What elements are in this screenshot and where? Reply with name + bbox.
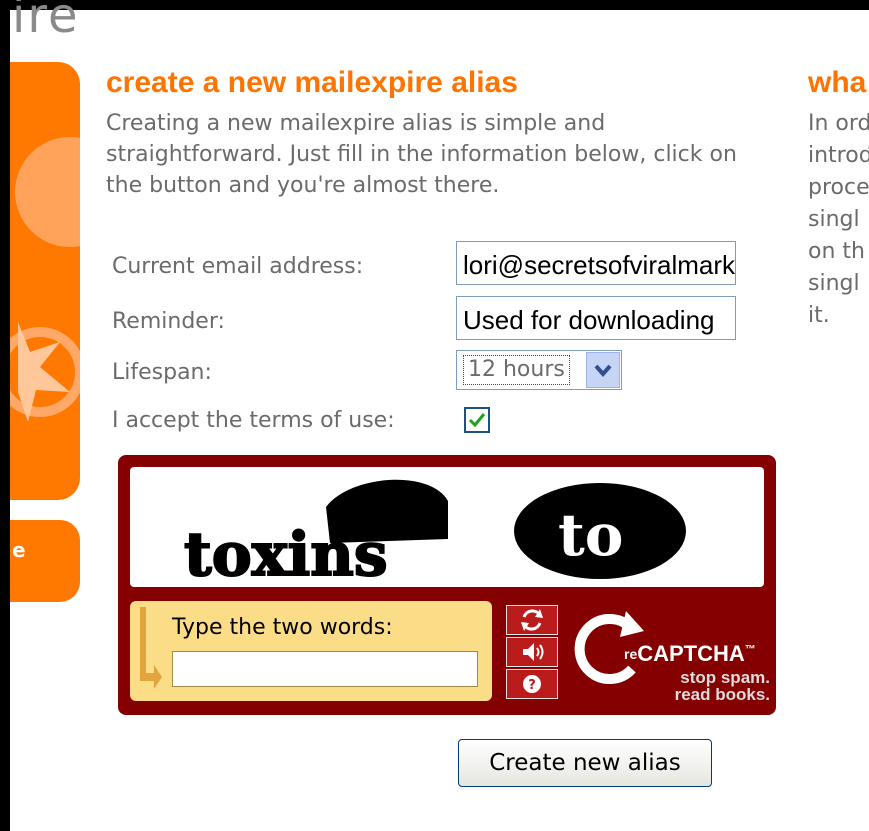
sidebar-nav-button-label: e <box>12 538 26 562</box>
refresh-icon <box>521 609 543 631</box>
captcha-image: toxins to <box>130 467 764 587</box>
captcha-input[interactable] <box>172 651 478 687</box>
captcha-entry-panel: Type the two words: <box>130 601 492 701</box>
side-column-line: it. <box>808 303 830 328</box>
intro-line: the button and you're almost there. <box>106 173 500 198</box>
window-left-border <box>0 0 10 831</box>
lifespan-select[interactable]: 12 hours <box>456 350 622 390</box>
page-title: create a new mailexpire alias <box>106 66 518 99</box>
intro-line: straightforward. Just fill in the inform… <box>106 142 737 167</box>
intro-text: Creating a new mailexpire alias is simpl… <box>106 108 766 201</box>
sidebar-nav-button[interactable]: e <box>10 520 80 602</box>
window-top-border <box>0 0 869 10</box>
captcha-word-2: to <box>514 483 686 579</box>
reminder-field[interactable]: Used for downloading <box>456 296 736 340</box>
side-column-line: introd <box>808 143 869 168</box>
side-column-line: on th <box>808 239 865 264</box>
checkmark-icon <box>468 413 486 428</box>
svg-text:to: to <box>558 501 623 569</box>
terms-checkbox[interactable] <box>464 407 490 433</box>
arrow-down-right-icon <box>140 607 162 689</box>
help-icon: ? <box>523 675 541 693</box>
captcha-word-1: toxins <box>183 479 448 587</box>
recaptcha-widget: toxins to Type the two words: ? reCAPTCH… <box>118 455 776 715</box>
svg-text:?: ? <box>528 678 536 693</box>
help-button[interactable]: ? <box>506 669 558 699</box>
svg-text:toxins: toxins <box>184 520 388 587</box>
lifespan-selected-value: 12 hours <box>463 355 570 385</box>
side-column-line: singl <box>808 271 860 296</box>
side-column-line: singl <box>808 207 860 232</box>
side-column-text: In ord introd proce singl on th singl it… <box>808 108 869 332</box>
email-label: Current email address: <box>112 254 364 279</box>
intro-line: Creating a new mailexpire alias is simpl… <box>106 111 606 136</box>
audio-icon <box>523 643 544 661</box>
side-column-line: In ord <box>808 111 869 136</box>
site-logo-fragment: ire <box>12 0 80 44</box>
recaptcha-brand-name: reCAPTCHA™ <box>624 641 756 666</box>
chevron-down-icon[interactable] <box>586 352 620 388</box>
captcha-entry-label: Type the two words: <box>172 615 393 640</box>
side-column-title: wha <box>808 66 867 99</box>
sidebar-decoration <box>10 137 80 422</box>
reminder-label: Reminder: <box>112 309 225 334</box>
lifespan-label: Lifespan: <box>112 360 212 385</box>
captcha-controls: ? <box>506 601 558 701</box>
refresh-button[interactable] <box>506 605 558 635</box>
email-field[interactable]: lori@secretsofviralmarketing.com <box>456 241 736 285</box>
audio-button[interactable] <box>506 637 558 667</box>
sidebar-graphic-panel <box>10 62 80 500</box>
recaptcha-tagline: stop spam. read books. <box>674 668 770 704</box>
recaptcha-logo: reCAPTCHA™ stop spam. read books. <box>568 605 770 705</box>
side-column-line: proce <box>808 175 869 200</box>
terms-label: I accept the terms of use: <box>112 408 395 433</box>
create-alias-button[interactable]: Create new alias <box>458 739 712 787</box>
